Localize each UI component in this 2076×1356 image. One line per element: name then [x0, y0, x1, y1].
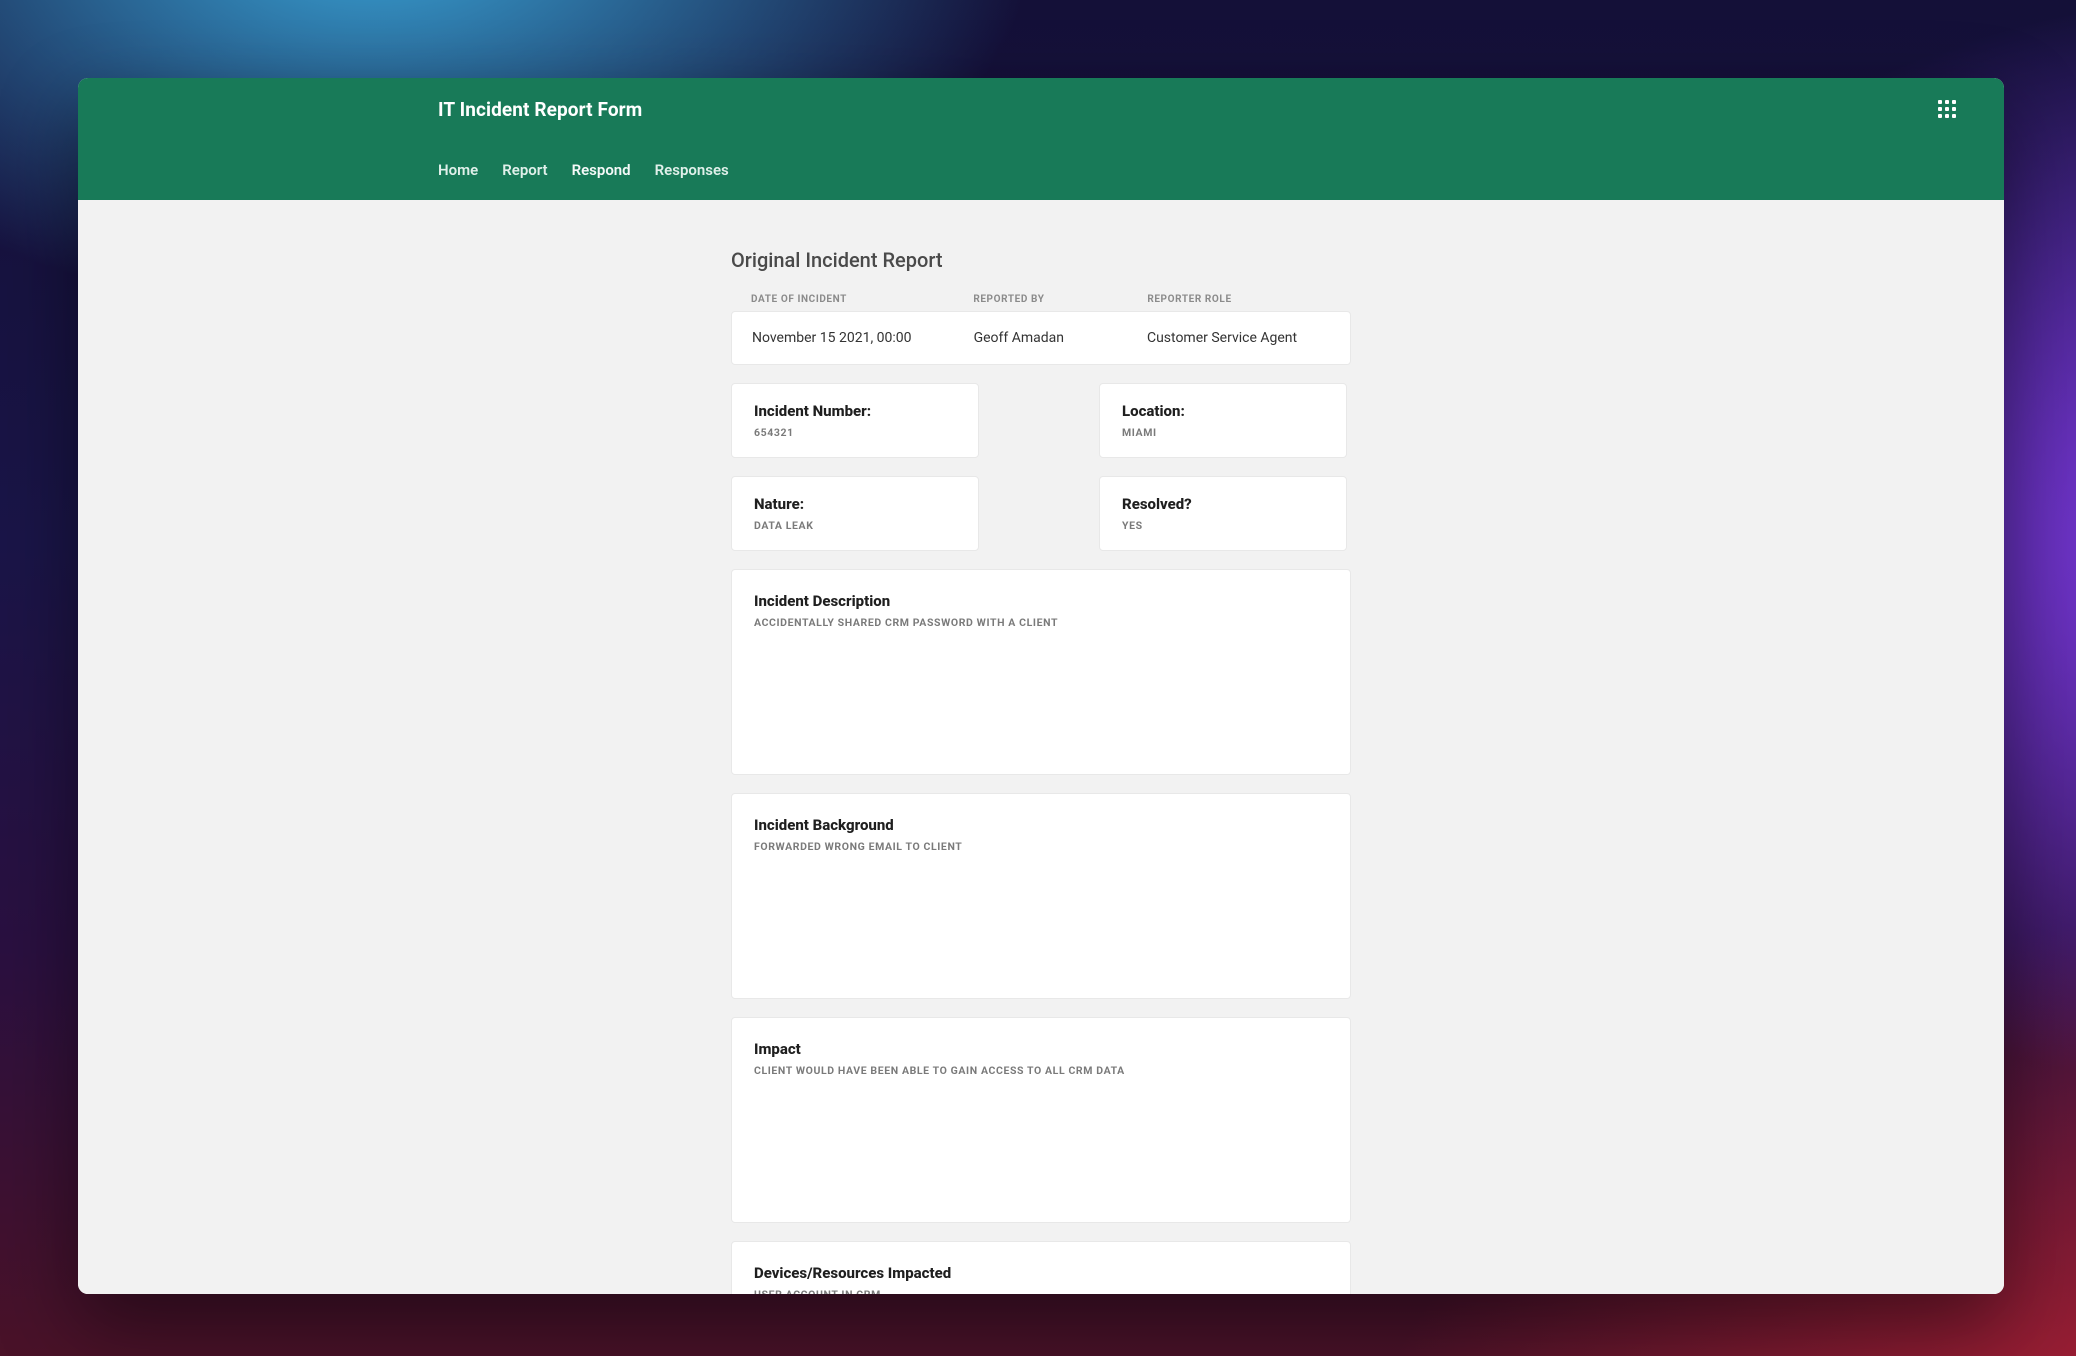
detail-label: Devices/Resources Impacted [754, 1264, 1328, 1282]
summary-col-role: REPORTER ROLE [1147, 294, 1331, 305]
info-card-nature: Nature: DATA LEAK [731, 476, 979, 551]
detail-card-devices: Devices/Resources Impacted USER ACCOUNT … [731, 1241, 1351, 1294]
content-column: Original Incident Report DATE OF INCIDEN… [731, 248, 1351, 1294]
detail-value: USER ACCOUNT IN CRM [754, 1288, 1328, 1294]
info-pair-row-1: Incident Number: 654321 Location: MIAMI [731, 383, 1351, 458]
app-body-scroll[interactable]: Original Incident Report DATE OF INCIDEN… [78, 200, 2004, 1294]
summary-role-value: Customer Service Agent [1147, 330, 1330, 346]
app-window: IT Incident Report Form Home Report Resp… [78, 78, 2004, 1294]
nav-tab-responses[interactable]: Responses [655, 157, 729, 183]
summary-col-date: DATE OF INCIDENT [751, 294, 973, 305]
info-value: MIAMI [1122, 426, 1324, 439]
info-card-location: Location: MIAMI [1099, 383, 1347, 458]
info-pair-row-2: Nature: DATA LEAK Resolved? YES [731, 476, 1351, 551]
nav-tab-respond[interactable]: Respond [572, 157, 631, 183]
detail-card-background: Incident Background FORWARDED WRONG EMAI… [731, 793, 1351, 999]
info-card-incident-number: Incident Number: 654321 [731, 383, 979, 458]
detail-label: Incident Background [754, 816, 1328, 834]
section-title: Original Incident Report [731, 248, 1351, 272]
summary-reporter-value: Geoff Amadan [974, 330, 1147, 346]
app-title: IT Incident Report Form [438, 98, 642, 121]
nav-tabs: Home Report Respond Responses [438, 140, 1964, 200]
detail-card-description: Incident Description ACCIDENTALLY SHARED… [731, 569, 1351, 775]
info-label: Incident Number: [754, 402, 956, 420]
header-title-row: IT Incident Report Form [438, 78, 1964, 140]
app-launcher-icon[interactable] [1938, 100, 1956, 118]
summary-table-body: November 15 2021, 00:00 Geoff Amadan Cus… [731, 311, 1351, 365]
summary-table-header: DATE OF INCIDENT REPORTED BY REPORTER RO… [731, 284, 1351, 311]
detail-card-impact: Impact CLIENT WOULD HAVE BEEN ABLE TO GA… [731, 1017, 1351, 1223]
info-value: 654321 [754, 426, 956, 439]
summary-date-value: November 15 2021, 00:00 [752, 330, 974, 346]
info-card-resolved: Resolved? YES [1099, 476, 1347, 551]
info-label: Resolved? [1122, 495, 1324, 513]
detail-label: Incident Description [754, 592, 1328, 610]
summary-table-row: November 15 2021, 00:00 Geoff Amadan Cus… [732, 312, 1350, 364]
summary-table: DATE OF INCIDENT REPORTED BY REPORTER RO… [731, 284, 1351, 365]
app-header: IT Incident Report Form Home Report Resp… [78, 78, 2004, 200]
nav-tab-home[interactable]: Home [438, 157, 478, 183]
summary-col-reporter: REPORTED BY [973, 294, 1147, 305]
detail-value: CLIENT WOULD HAVE BEEN ABLE TO GAIN ACCE… [754, 1064, 1328, 1077]
info-value: YES [1122, 519, 1324, 532]
info-value: DATA LEAK [754, 519, 956, 532]
detail-value: FORWARDED WRONG EMAIL TO CLIENT [754, 840, 1328, 853]
info-label: Nature: [754, 495, 956, 513]
detail-label: Impact [754, 1040, 1328, 1058]
nav-tab-report[interactable]: Report [502, 157, 547, 183]
detail-value: ACCIDENTALLY SHARED CRM PASSWORD WITH A … [754, 616, 1328, 629]
info-label: Location: [1122, 402, 1324, 420]
